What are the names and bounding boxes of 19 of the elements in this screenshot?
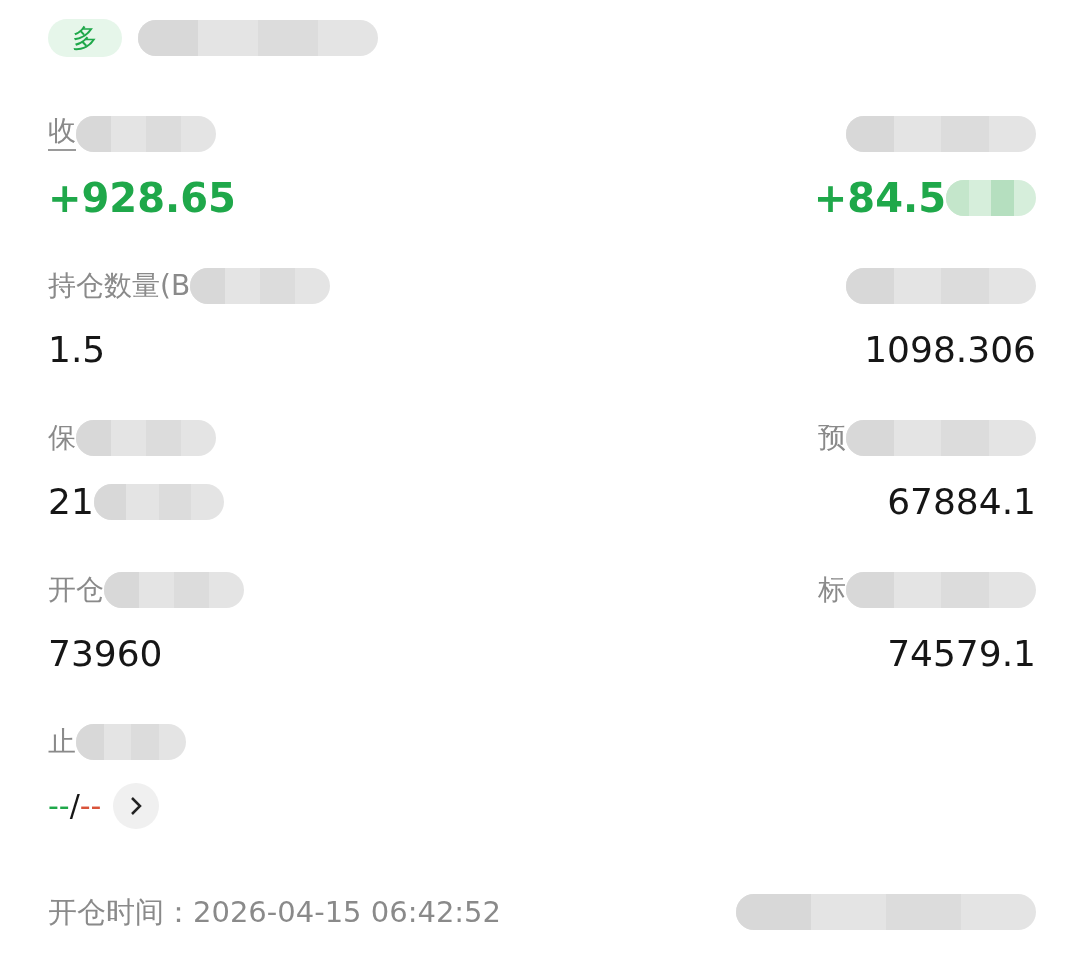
- field-label: 开仓: [48, 576, 104, 604]
- chevron-button[interactable]: [113, 783, 160, 829]
- long-badge: 多: [48, 19, 122, 57]
- tp-sl-value: --/--: [48, 791, 102, 821]
- field-value: +84.5: [813, 178, 946, 218]
- chevron-right-icon: [129, 795, 144, 817]
- field-value: 1.5: [48, 332, 106, 368]
- field-value: 74579.1: [887, 636, 1036, 672]
- field-value: 21: [48, 484, 94, 520]
- field-label: 标: [818, 576, 846, 604]
- field-value: 67884.1: [887, 484, 1036, 520]
- field-value: 73960: [48, 636, 163, 672]
- field-value: 1098.306: [864, 332, 1036, 368]
- field-label: 保: [48, 424, 76, 452]
- field-value: +928.65: [48, 178, 236, 218]
- field-label: 止: [48, 728, 76, 756]
- field-label: 持仓数量(B: [48, 272, 191, 300]
- open-time: 开仓时间：2026-04-15 06:42:52: [48, 897, 501, 927]
- field-label: 预: [818, 424, 846, 452]
